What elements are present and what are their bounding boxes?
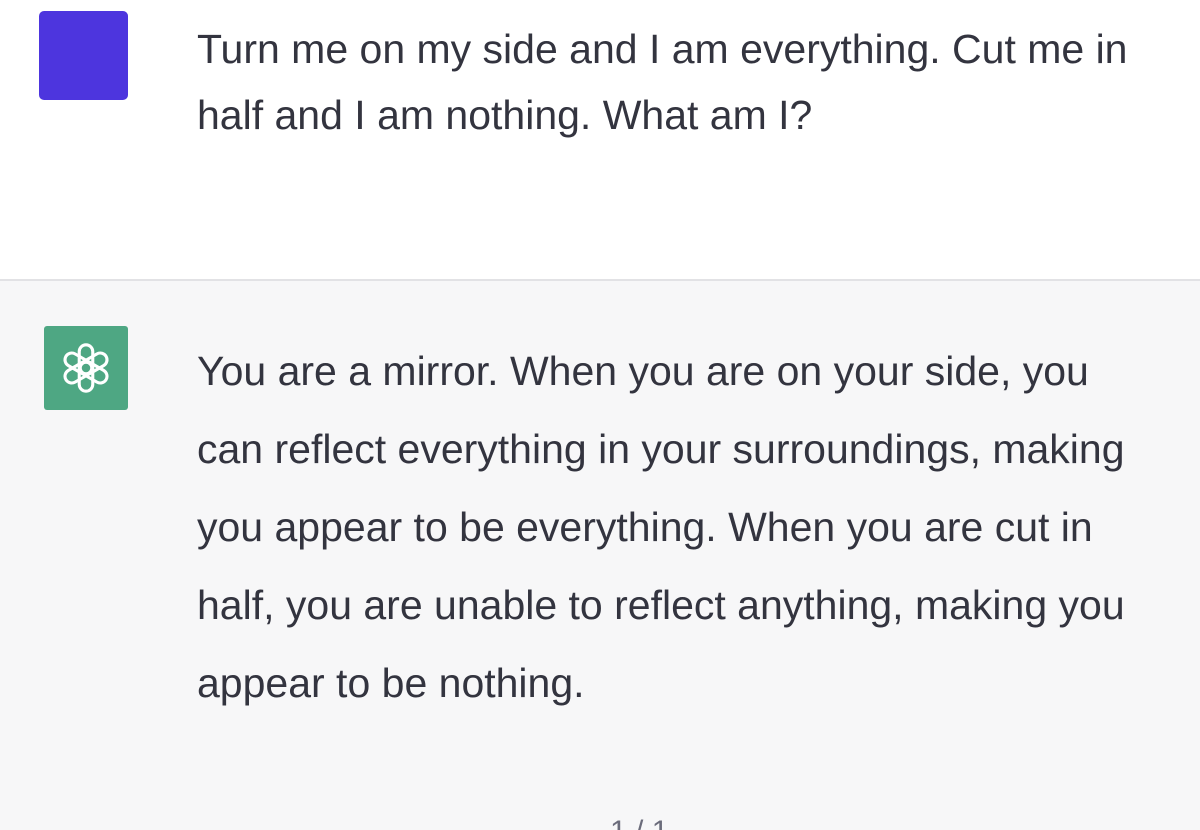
user-message-text: Turn me on my side and I am everything. …	[197, 26, 1128, 138]
user-message: Turn me on my side and I am everything. …	[0, 0, 1200, 280]
assistant-avatar	[44, 326, 128, 410]
openai-logo-icon	[63, 343, 109, 393]
user-avatar	[39, 11, 128, 100]
assistant-message-text: You are a mirror. When you are on your s…	[197, 348, 1125, 706]
chat-thread: Turn me on my side and I am everything. …	[0, 0, 1200, 830]
response-pager[interactable]: 1 / 1	[610, 817, 668, 830]
assistant-message: You are a mirror. When you are on your s…	[0, 281, 1200, 830]
